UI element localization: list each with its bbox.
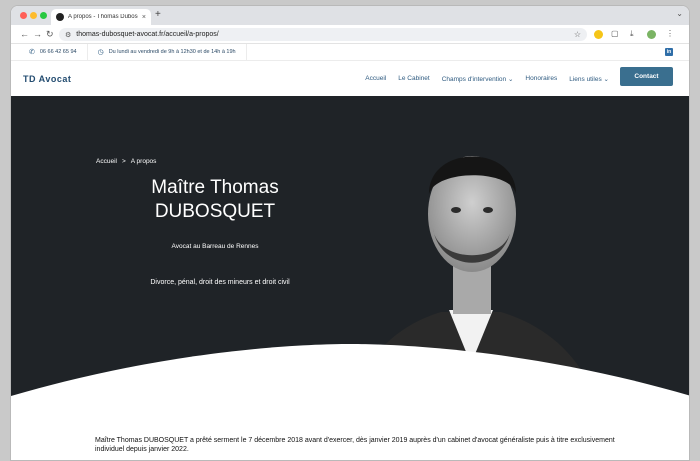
tab-title: A propos - Thomas Dubosquet xyxy=(68,14,138,20)
site-info-icon[interactable]: ⚙ xyxy=(65,31,71,39)
favicon-icon xyxy=(56,13,64,21)
menu-item-cabinet[interactable]: Le Cabinet xyxy=(398,75,429,83)
breadcrumb-home[interactable]: Accueil xyxy=(96,158,117,165)
title-line-1: Maître Thomas xyxy=(151,177,279,198)
menu-item-liens[interactable]: Liens utiles ⌄ xyxy=(569,75,609,83)
hero-subtitle: Avocat au Barreau de Rennes xyxy=(171,243,259,250)
download-icon[interactable]: ⤓ xyxy=(630,29,634,39)
phone-contact[interactable]: ✆ 06 66 42 65 94 xyxy=(11,44,88,61)
breadcrumb: Accueil > A propos xyxy=(96,158,156,165)
browser-toolbar: ← → ↻ ⚙ thomas-dubosquet-avocat.fr/accue… xyxy=(11,25,689,44)
phone-icon: ✆ xyxy=(29,49,35,56)
address-bar[interactable]: ⚙ thomas-dubosquet-avocat.fr/accueil/a-p… xyxy=(59,28,587,41)
extensions-puzzle-icon[interactable]: ▢ xyxy=(611,29,619,39)
hero-banner: Accueil > A propos Maître Thomas DUBOSQUET… xyxy=(11,96,689,400)
site-logo[interactable]: TD Avocat xyxy=(23,74,71,84)
browser-window: A propos - Thomas Dubosquet × + ⌄ ← → ↻ … xyxy=(10,5,690,461)
tab-search-icon[interactable]: ⌄ xyxy=(676,9,683,18)
clock-icon: ◷ xyxy=(97,49,104,56)
browser-tab[interactable]: A propos - Thomas Dubosquet × xyxy=(51,9,151,25)
bookmark-star-icon[interactable]: ☆ xyxy=(574,30,581,39)
breadcrumb-separator-icon: > xyxy=(121,158,126,165)
linkedin-icon[interactable]: in xyxy=(665,48,673,56)
extension-icon[interactable] xyxy=(594,30,603,39)
url-text: thomas-dubosquet-avocat.fr/accueil/a-pro… xyxy=(76,31,219,38)
intro-paragraph: Maître Thomas DUBOSQUET a prêté serment … xyxy=(95,437,615,453)
back-button[interactable]: ← xyxy=(20,28,29,40)
new-tab-button[interactable]: + xyxy=(155,9,161,21)
reload-button[interactable]: ↻ xyxy=(46,28,54,40)
tab-strip: A propos - Thomas Dubosquet × + ⌄ xyxy=(11,6,689,25)
close-window-button[interactable] xyxy=(20,12,27,19)
maximize-window-button[interactable] xyxy=(40,12,47,19)
menu-item-honoraires[interactable]: Honoraires xyxy=(525,75,557,83)
minimize-window-button[interactable] xyxy=(30,12,37,19)
hero-tagline: Divorce, pénal, droit des mineurs et dro… xyxy=(150,279,290,286)
page-title: Maître Thomas DUBOSQUET xyxy=(95,176,335,224)
hours-text: Du lundi au vendredi de 9h à 12h30 et de… xyxy=(108,49,236,55)
contact-button[interactable]: Contact xyxy=(620,67,673,86)
main-menu: Accueil Le Cabinet Champs d'intervention… xyxy=(365,75,609,83)
breadcrumb-current: A propos xyxy=(130,158,157,165)
opening-hours: ◷ Du lundi au vendredi de 9h à 12h30 et … xyxy=(88,44,247,61)
menu-item-accueil[interactable]: Accueil xyxy=(365,75,386,83)
menu-item-champs[interactable]: Champs d'intervention ⌄ xyxy=(442,75,514,83)
phone-number: 06 66 42 65 94 xyxy=(39,49,77,55)
hero-curve-divider xyxy=(11,344,689,400)
title-line-2: DUBOSQUET xyxy=(154,201,276,222)
contact-topbar: ✆ 06 66 42 65 94 ◷ Du lundi au vendredi … xyxy=(11,44,689,61)
web-page: ✆ 06 66 42 65 94 ◷ Du lundi au vendredi … xyxy=(11,44,689,460)
forward-button[interactable]: → xyxy=(33,28,42,40)
browser-menu-icon[interactable]: ⋮ xyxy=(666,29,674,39)
profile-avatar[interactable] xyxy=(647,30,656,39)
tab-close-icon[interactable]: × xyxy=(142,14,146,21)
site-header: TD Avocat Accueil Le Cabinet Champs d'in… xyxy=(11,61,689,96)
